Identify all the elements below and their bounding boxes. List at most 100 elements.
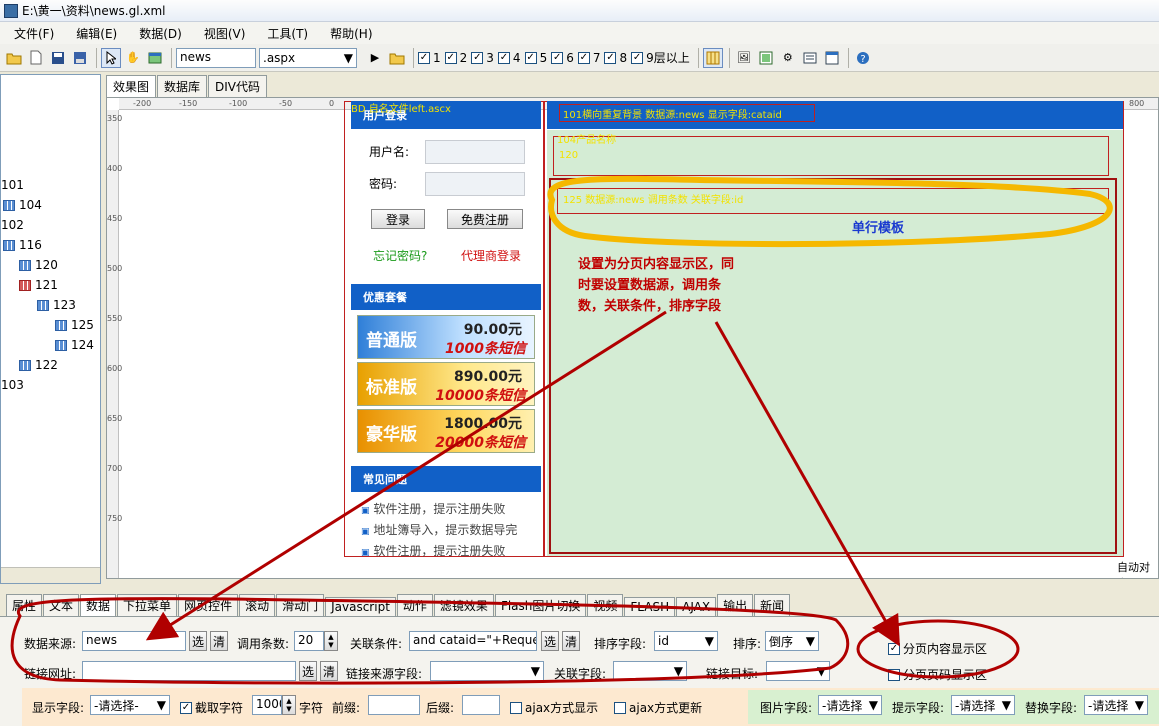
tab-preview[interactable]: 效果图 — [106, 75, 157, 97]
tab-output[interactable]: 输出 — [717, 594, 754, 616]
relation-select-button[interactable]: 选 — [541, 631, 559, 651]
tab-web-controls[interactable]: 网页控件 — [178, 594, 239, 616]
tree-node-124[interactable]: 124 — [55, 338, 94, 352]
tree-horizontal-scrollbar[interactable] — [1, 567, 100, 583]
tree-node-123[interactable]: 123 — [37, 298, 76, 312]
tree-node-125[interactable]: 125 — [55, 318, 94, 332]
replace-field-select[interactable]: -请选择 ▼ — [1084, 695, 1148, 715]
menu-data[interactable]: 数据(D) — [125, 25, 190, 42]
table-tool-icon[interactable] — [756, 48, 776, 68]
username-field[interactable] — [425, 140, 525, 164]
level-check-4[interactable]: ✓ 4 — [497, 51, 521, 65]
new-file-icon[interactable] — [26, 48, 46, 68]
tree-node-101[interactable]: 101 — [1, 178, 24, 192]
tree-node-121[interactable]: 121 — [19, 278, 58, 292]
faq-item[interactable]: ▣ 软件注册，提示注册失败 — [361, 542, 517, 563]
image-field-select[interactable]: -请选择 ▼ — [818, 695, 882, 715]
level-check-9plus[interactable]: ✓ 9层以上 — [631, 49, 690, 66]
hand-icon[interactable]: ✋ — [123, 48, 143, 68]
open-icon[interactable] — [387, 48, 407, 68]
order-select[interactable]: 倒序 ▼ — [765, 631, 819, 651]
pointer-icon[interactable] — [101, 47, 121, 68]
menu-file[interactable]: 文件(F) — [0, 25, 62, 42]
show-field-select[interactable]: -请选择- ▼ — [90, 695, 170, 715]
menu-tools[interactable]: 工具(T) — [253, 25, 316, 42]
link-field-select[interactable]: ▼ — [613, 661, 687, 681]
forgot-password-link[interactable]: 忘记密码? — [373, 247, 427, 264]
tab-dropdown-menu[interactable]: 下拉菜单 — [117, 594, 178, 616]
open-folder-icon[interactable] — [4, 48, 24, 68]
form-tool-icon[interactable] — [800, 48, 820, 68]
prefix-input[interactable] — [368, 695, 420, 715]
window-tool-icon[interactable] — [822, 48, 842, 68]
tree-node-102[interactable]: 102 — [1, 218, 24, 232]
package-standard[interactable]: 标准版 890.00元 10000条短信 — [357, 362, 535, 406]
tab-database[interactable]: 数据库 — [157, 75, 208, 97]
tree-node-103[interactable]: 103 — [1, 378, 24, 392]
ajax-show-option[interactable]: ajax方式显示 — [510, 699, 598, 716]
save-icon[interactable] — [48, 48, 68, 68]
link-source-select[interactable]: ▼ — [430, 661, 544, 681]
relation-clear-button[interactable]: 清 — [562, 631, 580, 651]
level-check-6[interactable]: ✓ 6 — [551, 51, 574, 65]
run-icon[interactable]: ▶ — [365, 48, 385, 68]
design-canvas[interactable]: -200 -150 -100 -50 0 800 350 400 450 500… — [106, 97, 1159, 579]
level-check-3[interactable]: ✓ 3 — [471, 51, 494, 65]
image-tool-icon[interactable]: 🖼 — [734, 48, 754, 68]
paging-content-frame[interactable] — [549, 178, 1117, 554]
menu-edit[interactable]: 编辑(E) — [62, 25, 125, 42]
save-as-icon[interactable] — [70, 48, 90, 68]
paging-content-option[interactable]: ✓ 分页内容显示区 — [888, 640, 987, 657]
relation-input[interactable]: and cataid="+Reques — [409, 631, 537, 651]
datasource-select-button[interactable]: 选 — [189, 631, 207, 651]
page-name-input[interactable]: news — [176, 47, 256, 68]
link-target-select[interactable]: ▼ — [766, 661, 830, 681]
level-check-1[interactable]: ✓ 1 — [418, 51, 441, 65]
level-check-5[interactable]: ✓ 5 — [524, 51, 547, 65]
help-icon[interactable]: ? — [853, 48, 873, 68]
link-select-button[interactable]: 选 — [299, 661, 317, 681]
paging-number-option[interactable]: 分页页码显示区 — [888, 666, 987, 683]
tab-javascript[interactable]: Javascript — [325, 597, 396, 616]
tab-data[interactable]: 数据 — [80, 594, 117, 616]
truncate-spinner[interactable]: ▲ ▼ — [282, 695, 296, 715]
level-check-8[interactable]: ✓ 8 — [604, 51, 627, 65]
tab-properties[interactable]: 属性 — [6, 594, 43, 616]
link-clear-button[interactable]: 清 — [320, 661, 338, 681]
tab-scroll[interactable]: 滚动 — [239, 594, 276, 616]
html-tool-icon[interactable]: ⚙ — [778, 48, 798, 68]
tab-video[interactable]: 视频 — [587, 594, 624, 616]
tab-ajax[interactable]: AJAX — [676, 597, 717, 616]
faq-item[interactable]: ▣ 地址簿导入，提示数据导完 — [361, 521, 517, 542]
link-url-input[interactable] — [82, 661, 296, 681]
register-button[interactable]: 免费注册 — [447, 209, 523, 229]
tree-node-120[interactable]: 120 — [19, 258, 58, 272]
level-check-7[interactable]: ✓ 7 — [577, 51, 600, 65]
package-basic[interactable]: 普通版 90.00元 1000条短信 — [357, 315, 535, 359]
package-deluxe[interactable]: 豪华版 1800.00元 20000条短信 — [357, 409, 535, 453]
tree-node-104[interactable]: 104 — [3, 198, 42, 212]
count-spinner[interactable]: ▲ ▼ — [324, 631, 338, 651]
tab-action[interactable]: 动作 — [396, 594, 433, 616]
tab-filter-effects[interactable]: 滤镜效果 — [433, 594, 494, 616]
tab-news[interactable]: 新闻 — [754, 594, 791, 616]
ajax-update-option[interactable]: ajax方式更新 — [614, 699, 702, 716]
tab-flash-image-switch[interactable]: Flash图片切换 — [494, 594, 587, 616]
truncate-input[interactable]: 1000 — [252, 695, 282, 715]
datasource-input[interactable]: news — [82, 631, 186, 651]
count-input[interactable]: 20 — [294, 631, 324, 651]
grid-layout-icon[interactable] — [702, 47, 723, 68]
login-button[interactable]: 登录 — [371, 209, 425, 229]
tree-node-122[interactable]: 122 — [19, 358, 58, 372]
tab-div-code[interactable]: DIV代码 — [208, 75, 268, 97]
menu-help[interactable]: 帮助(H) — [316, 25, 380, 42]
suffix-input[interactable] — [462, 695, 500, 715]
tab-text[interactable]: 文本 — [43, 594, 80, 616]
truncate-option[interactable]: ✓ 截取字符 — [180, 699, 243, 716]
menu-view[interactable]: 视图(V) — [190, 25, 254, 42]
tree-node-116[interactable]: 116 — [3, 238, 42, 252]
tab-flash[interactable]: FLASH — [624, 597, 676, 616]
layout-icon[interactable] — [145, 48, 165, 68]
agent-login-link[interactable]: 代理商登录 — [461, 247, 521, 264]
password-field[interactable] — [425, 172, 525, 196]
